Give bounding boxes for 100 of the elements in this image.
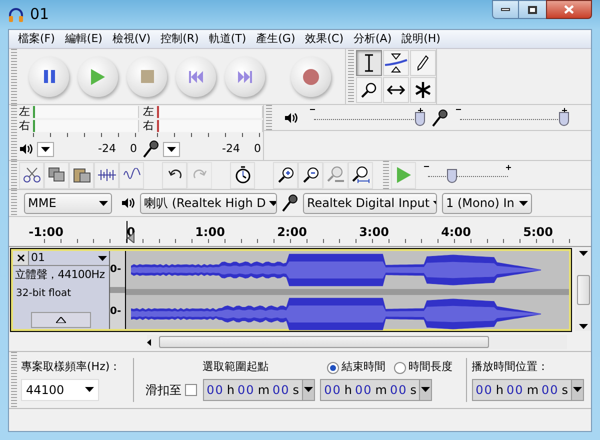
radio-button[interactable] [394, 362, 406, 374]
input-channels-select[interactable]: 1 (Mono) In [442, 192, 532, 214]
minus-icon [310, 108, 315, 110]
double-arrow-icon [387, 85, 405, 95]
magnifier-icon [352, 166, 370, 184]
trim-button[interactable] [94, 162, 119, 188]
undo-button[interactable] [162, 162, 187, 188]
menu-item[interactable]: 檔案(F) [13, 30, 60, 48]
magnifier-icon [361, 82, 377, 98]
slider-thumb[interactable] [415, 112, 425, 126]
radio-button[interactable] [326, 362, 339, 374]
output-device-select[interactable]: 喇叭 (Realtek High D [140, 192, 277, 214]
channel-label: 左 [143, 104, 155, 120]
caret-icon [167, 146, 176, 152]
meter-menu-button[interactable] [163, 142, 180, 156]
redo-icon [192, 169, 206, 181]
scissors-icon [22, 167, 40, 183]
scrollbar-thumb[interactable] [576, 275, 590, 305]
ruler-label: 3:00 [359, 224, 389, 241]
tool-button[interactable] [383, 50, 409, 76]
zoom-fit-button[interactable] [348, 162, 373, 188]
toolbar-grip[interactable] [11, 190, 17, 216]
meter-scale-label: -24 [98, 140, 116, 157]
maximize-button[interactable] [519, 0, 546, 19]
collapse-track-button[interactable] [31, 312, 91, 328]
radio-label: 結束時間 [342, 359, 386, 376]
toolbar-grip[interactable] [383, 161, 389, 189]
menu-item[interactable]: 說明(H) [396, 30, 446, 48]
menu-item[interactable]: 軌道(T) [204, 30, 252, 48]
minus-icon [456, 108, 461, 110]
close-button[interactable] [546, 0, 592, 19]
paste-button[interactable] [69, 162, 94, 188]
tool-button[interactable] [410, 77, 436, 103]
recording-volume-slider[interactable] [454, 108, 570, 128]
caret-icon [573, 387, 582, 392]
track-name-menu[interactable]: 01 [29, 251, 109, 265]
time-field[interactable]: 00 h 00 m 00 s [202, 378, 316, 401]
pause-icon [44, 70, 54, 83]
caret-icon [85, 387, 94, 392]
input-device-select[interactable]: Realtek Digital Input [303, 192, 437, 214]
slider-thumb[interactable] [447, 169, 457, 183]
close-icon [564, 5, 574, 14]
triangle-up-icon [56, 317, 66, 323]
zoom-in-button[interactable] [273, 162, 298, 188]
playback-position-label: 播放時間位置： [472, 359, 550, 376]
channel-label: 左 [19, 104, 31, 120]
play-speed-slider[interactable] [422, 165, 514, 185]
toolbar-grip[interactable] [11, 49, 17, 104]
time-field[interactable]: 00 h 00 m 00 s [320, 378, 432, 401]
snap-checkbox[interactable] [184, 384, 197, 396]
close-track-button[interactable] [13, 251, 29, 265]
sample-rate-select[interactable]: 44100 [21, 378, 99, 401]
pause-button[interactable] [29, 56, 69, 96]
toolbar-grip[interactable] [11, 352, 17, 408]
tool-button[interactable] [356, 77, 382, 103]
zoom-out-button[interactable] [298, 162, 323, 188]
skip-to-start-button[interactable] [176, 56, 216, 96]
tool-button[interactable] [383, 77, 409, 103]
minus-icon [424, 166, 429, 167]
caret-icon [519, 200, 528, 206]
play-icon [396, 167, 410, 183]
menu-item[interactable]: 控制(R) [156, 30, 204, 48]
time-field[interactable]: 00 h 00 m 00 s [472, 378, 584, 401]
clipboard-icon [72, 167, 90, 183]
record-button[interactable] [291, 56, 331, 96]
microphone-icon [282, 194, 298, 212]
caret-icon [41, 146, 50, 152]
toolbar-grip[interactable] [11, 105, 17, 160]
menu-item[interactable]: 檢視(V) [107, 30, 156, 48]
meter-scale-label: 0 [254, 140, 261, 157]
menu-item[interactable]: 分析(A) [348, 30, 397, 48]
plus-icon [562, 108, 567, 112]
vertical-scrollbar[interactable] [575, 249, 591, 331]
menu-item[interactable]: 效果(C) [300, 30, 348, 48]
horizontal-scrollbar[interactable] [147, 335, 567, 349]
tool-button[interactable] [356, 50, 382, 76]
silence-button[interactable] [119, 162, 144, 188]
waveform-icon [122, 168, 142, 182]
menu-item[interactable]: 產生(G) [251, 30, 300, 48]
playback-volume-slider[interactable] [308, 108, 426, 128]
toolbar-grip[interactable] [11, 161, 17, 189]
snap-to-label: 滑扣至 [146, 382, 182, 399]
slider-thumb[interactable] [559, 112, 569, 126]
toolbar-grip[interactable] [348, 50, 354, 103]
timer-button[interactable] [230, 162, 255, 188]
asterisk-icon [415, 81, 431, 99]
tool-button[interactable] [410, 50, 436, 76]
copy-button[interactable] [44, 162, 69, 188]
audio-host-select[interactable]: MME [24, 192, 112, 214]
skip-back-icon [189, 70, 203, 82]
minimize-button[interactable] [492, 0, 519, 19]
cut-button[interactable] [19, 162, 44, 188]
microphone-icon [143, 140, 159, 158]
skip-to-end-button[interactable] [225, 56, 265, 96]
ruler-label: 5:00 [523, 224, 553, 241]
scrollbar-thumb[interactable] [159, 336, 489, 348]
menu-item[interactable]: 編輯(E) [60, 30, 108, 48]
toolbar-grip[interactable] [266, 105, 272, 130]
meter-menu-button[interactable] [37, 142, 54, 156]
sample-rate-label: 專案取樣頻率(Hz)： [21, 359, 121, 376]
